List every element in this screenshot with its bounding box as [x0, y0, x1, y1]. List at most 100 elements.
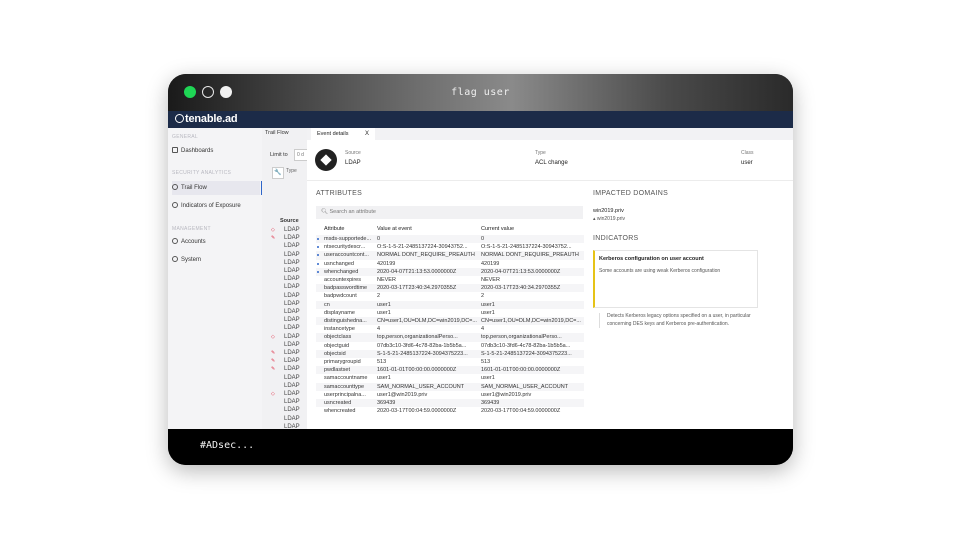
- wrench-icon[interactable]: 🔧: [272, 167, 284, 179]
- trail-row[interactable]: LDAP: [284, 260, 300, 266]
- current-value: NORMAL DONT_REQUIRE_PREAUTH: [481, 252, 579, 259]
- attribute-name: pwdlastset: [324, 367, 350, 374]
- value-at-event: NEVER: [377, 277, 396, 283]
- trail-row[interactable]: LDAP: [284, 252, 300, 258]
- trail-flow-icon: [172, 184, 178, 190]
- trail-row[interactable]: LDAP: [284, 407, 300, 413]
- table-row[interactable]: msds-supportede... 0 0: [316, 235, 584, 244]
- trail-row[interactable]: LDAP: [284, 293, 300, 299]
- trail-row[interactable]: LDAP: [284, 416, 300, 422]
- table-row[interactable]: whenchanged 2020-04-07T21:13:53.0000000Z 2…: [316, 267, 584, 276]
- top-nav-bar: tenable.ad: [168, 111, 793, 128]
- table-row[interactable]: distinguishedna... CN=user1,OU=DLM,DC=win…: [316, 317, 584, 326]
- table-row[interactable]: whencreated 2020-03-17T00:04:59.0000000Z 2…: [316, 407, 584, 415]
- table-row[interactable]: ntsecuritydescr... O:S-1-5-21-2485137224-…: [316, 243, 584, 251]
- table-row[interactable]: samaccountname user1 user1: [316, 374, 584, 382]
- trail-row[interactable]: LDAP: [284, 375, 300, 381]
- table-row[interactable]: useraccountcont... NORMAL DONT_REQUIRE_PR…: [316, 251, 584, 260]
- trail-row[interactable]: LDAP: [284, 358, 300, 364]
- trail-row[interactable]: LDAP: [284, 342, 300, 348]
- current-value: 2020-03-17T00:04:59.0000000Z: [481, 408, 561, 415]
- trail-row[interactable]: LDAP: [284, 284, 300, 290]
- trail-row[interactable]: LDAP: [284, 235, 300, 241]
- sidebar-item-trail-flow[interactable]: Trail Flow: [172, 181, 263, 195]
- trail-row[interactable]: LDAP: [284, 366, 300, 372]
- attribute-name: userprincipalna...: [324, 391, 366, 398]
- trail-row[interactable]: LDAP: [284, 227, 300, 233]
- column-header-attribute: Attribute: [324, 226, 345, 232]
- impacted-domains-heading: IMPACTED DOMAINS: [593, 190, 669, 197]
- sidebar-item-label: Indicators of Exposure: [181, 203, 241, 209]
- sidebar-section-general: GENERAL: [172, 134, 198, 140]
- value-at-event: 2020-03-17T00:04:59.0000000Z: [377, 408, 457, 415]
- tenable-logo[interactable]: tenable.ad: [175, 113, 238, 125]
- table-row[interactable]: userprincipalna... user1@win2019.priv user…: [316, 391, 584, 399]
- table-row[interactable]: pwdlastset 1601-01-01T00:00:00.0000000Z 16…: [316, 366, 584, 375]
- source-column-header: Source: [280, 218, 299, 224]
- trail-row[interactable]: LDAP: [284, 334, 300, 340]
- trail-row[interactable]: LDAP: [284, 243, 300, 249]
- value-at-event: O:S-1-5-21-2485137224-30943752...: [377, 244, 468, 251]
- class-value: user: [741, 160, 753, 166]
- table-row[interactable]: samaccounttype SAM_NORMAL_USER_ACCOUNT SAM…: [316, 382, 584, 391]
- trail-row[interactable]: LDAP: [284, 301, 300, 307]
- value-at-event: user1@win2019.priv: [377, 391, 428, 398]
- event-body: ATTRIBUTES 🔍︎ Search an attribute Attrib…: [307, 181, 793, 429]
- current-value: 2: [481, 293, 485, 300]
- value-at-event: 2: [377, 293, 381, 300]
- tag-icon: ✎: [271, 366, 276, 373]
- table-row[interactable]: instancetype 4 4: [316, 325, 584, 333]
- current-value: S-1-5-21-2485137224-3094375223...: [481, 350, 572, 357]
- table-row[interactable]: objectclass top,person,organizationalPers…: [316, 333, 584, 342]
- table-row[interactable]: usncreated 369439 369439: [316, 399, 584, 408]
- window-title: flag user: [451, 87, 510, 98]
- domain-name[interactable]: win2019.priv: [593, 208, 624, 214]
- tenable-app: tenable.ad GENERAL Dashboards SECURITY A…: [168, 111, 793, 429]
- alert-diamond-icon: ◇: [271, 227, 275, 233]
- trail-row[interactable]: LDAP: [284, 350, 300, 356]
- value-at-event: 0: [377, 236, 381, 242]
- table-row[interactable]: objectguid 07db3c10-3fd6-4c78-82ba-1b5b5a…: [316, 342, 584, 350]
- indicator-card[interactable]: Kerberos configuration on user account S…: [593, 250, 758, 308]
- trail-flow-panel: Trail Flow Limit to 0 d 🔧 Type Source LD…: [262, 128, 309, 429]
- trail-row[interactable]: LDAP: [284, 276, 300, 282]
- sidebar-item-accounts[interactable]: Accounts: [172, 235, 260, 249]
- table-row[interactable]: displayname user1 user1: [316, 309, 584, 317]
- current-value: 2020-04-07T21:13:53.0000000Z: [481, 268, 561, 275]
- tab-trail-flow[interactable]: Trail Flow: [265, 130, 289, 136]
- trail-row[interactable]: LDAP: [284, 268, 300, 274]
- type-filter[interactable]: Type: [286, 168, 297, 174]
- trail-row[interactable]: LDAP: [284, 383, 300, 389]
- sidebar-item-label: Dashboards: [181, 148, 214, 154]
- current-value: SAM_NORMAL_USER_ACCOUNT: [481, 383, 569, 390]
- indicator-description: Detects Kerberos legacy options specifie…: [599, 313, 769, 328]
- trail-row[interactable]: LDAP: [284, 325, 300, 331]
- close-tab-icon[interactable]: X: [359, 128, 369, 140]
- table-row[interactable]: cn user1 user1: [316, 300, 584, 309]
- terminal-bar: #ADsec...: [168, 429, 793, 465]
- table-row[interactable]: badpasswordtime 2020-03-17T23:40:34.29703…: [316, 284, 584, 293]
- table-row[interactable]: accountexpires NEVER NEVER: [316, 276, 584, 284]
- value-at-event: SAM_NORMAL_USER_ACCOUNT: [377, 383, 465, 390]
- tab-event-details[interactable]: Event details X: [311, 128, 375, 140]
- sidebar-item-system[interactable]: System: [172, 253, 260, 267]
- value-at-event: 369439: [377, 400, 396, 406]
- trail-row[interactable]: LDAP: [284, 391, 300, 397]
- attribute-name: ntsecuritydescr...: [324, 244, 366, 251]
- indicator-subtitle: Some accounts are using weak Kerberos co…: [599, 268, 721, 274]
- trail-row[interactable]: LDAP: [284, 399, 300, 405]
- table-row[interactable]: usnchanged 420199 420199: [316, 260, 584, 268]
- sidebar-item-dashboards[interactable]: Dashboards: [172, 144, 260, 158]
- value-at-event: 2020-03-17T23:40:34.2970355Z: [377, 285, 457, 292]
- trail-row[interactable]: LDAP: [284, 317, 300, 323]
- sidebar-item-indicators[interactable]: Indicators of Exposure: [172, 199, 260, 213]
- changed-dot-icon: [317, 238, 319, 240]
- current-value: 2020-03-17T23:40:34.2970355Z: [481, 285, 561, 292]
- attribute-name: usncreated: [324, 400, 352, 406]
- table-row[interactable]: badpwdcount 2 2: [316, 292, 584, 300]
- attribute-search-input[interactable]: 🔍︎ Search an attribute: [316, 206, 583, 219]
- column-header-current-value: Current value: [481, 226, 515, 232]
- trail-row[interactable]: LDAP: [284, 309, 300, 315]
- table-row[interactable]: objectsid S-1-5-21-2485137224-3094375223.…: [316, 349, 584, 358]
- table-row[interactable]: primarygroupid 513 513: [316, 358, 584, 366]
